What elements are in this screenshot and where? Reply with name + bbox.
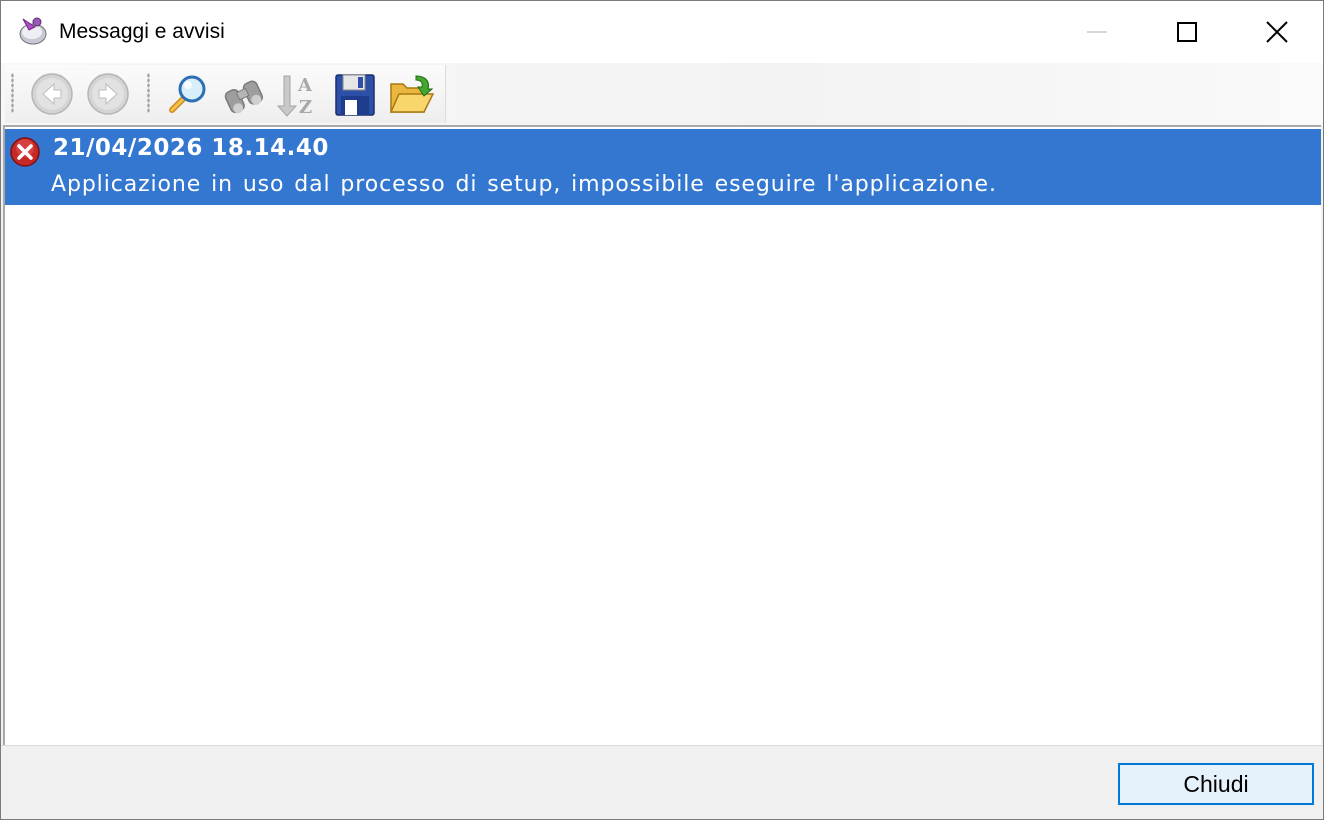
open-folder-icon <box>389 75 435 113</box>
messages-window: Messaggi e avvisi A Z 21/04/2026 18.14.4… <box>0 0 1324 820</box>
maximize-icon <box>1177 22 1197 42</box>
minimize-icon <box>1087 31 1107 33</box>
close-button[interactable]: Chiudi <box>1118 763 1314 805</box>
toolbar: A Z <box>1 63 1323 125</box>
forward-arrow-icon <box>87 73 129 115</box>
sort-button[interactable]: A Z <box>271 69 321 119</box>
search-button[interactable] <box>161 69 211 119</box>
back-arrow-icon <box>31 73 73 115</box>
message-timestamp: 21/04/2026 18.14.40 <box>53 135 329 161</box>
toolbar-separator-grip <box>147 73 150 113</box>
close-icon <box>1266 21 1288 43</box>
minimize-button[interactable] <box>1051 1 1143 63</box>
list-item[interactable]: 21/04/2026 18.14.40 Applicazione in uso … <box>5 129 1321 205</box>
toolstrip: A Z <box>5 65 446 123</box>
maximize-button[interactable] <box>1141 1 1233 63</box>
close-window-button[interactable] <box>1231 1 1323 63</box>
binoculars-icon <box>224 80 264 114</box>
message-text: Applicazione in uso dal processo di setu… <box>51 172 997 197</box>
svg-text:Z: Z <box>299 97 312 118</box>
svg-text:A: A <box>297 75 313 96</box>
save-button[interactable] <box>329 69 379 119</box>
app-logo-icon <box>19 17 47 45</box>
messages-list[interactable]: 21/04/2026 18.14.40 Applicazione in uso … <box>3 125 1321 745</box>
open-button[interactable] <box>385 69 435 119</box>
magnifier-icon <box>169 75 206 113</box>
forward-button[interactable] <box>83 69 133 119</box>
window-title: Messaggi e avvisi <box>59 20 225 43</box>
back-button[interactable] <box>27 69 77 119</box>
floppy-disk-icon <box>335 74 375 116</box>
error-icon <box>10 137 40 167</box>
find-button[interactable] <box>217 69 267 119</box>
sort-az-icon: A Z <box>276 75 313 118</box>
title-bar[interactable]: Messaggi e avvisi <box>1 1 1323 63</box>
footer: Chiudi <box>1 745 1323 819</box>
toolbar-grip[interactable] <box>11 73 14 113</box>
